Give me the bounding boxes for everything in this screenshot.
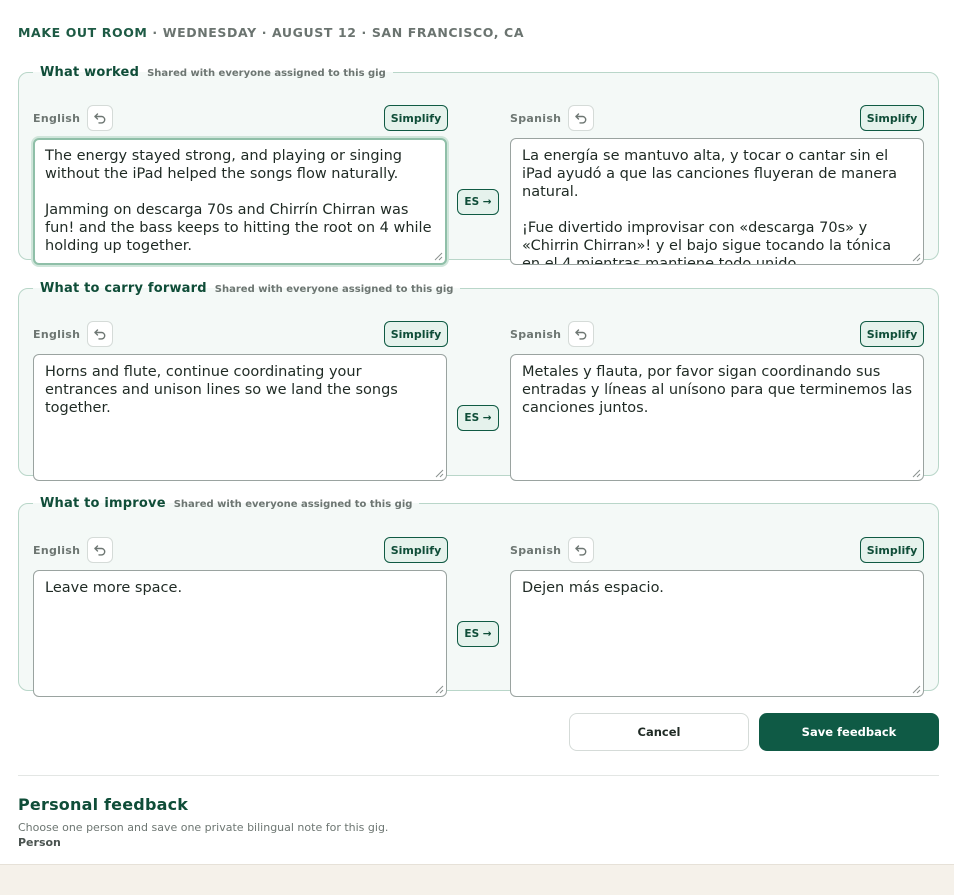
page-footer-band (0, 864, 954, 895)
person-label: Person (18, 836, 61, 849)
gig-location: SAN FRANCISCO, CA (371, 25, 525, 40)
save-feedback-button[interactable]: Save feedback (759, 713, 939, 751)
gig-date: AUGUST 12 (272, 25, 357, 40)
section-title: What worked (40, 65, 140, 80)
english-label: English (33, 544, 81, 557)
spanish-textarea[interactable]: La energía se mantuvo alta, y tocar o ca… (510, 138, 924, 265)
spanish-textarea[interactable]: Metales y flauta, por favor sigan coordi… (510, 354, 924, 481)
section-title: What to improve (40, 496, 166, 511)
undo-english-button[interactable] (87, 321, 113, 347)
simplify-english-button[interactable]: Simplify (384, 105, 448, 131)
resize-grip-icon[interactable] (434, 252, 443, 261)
undo-spanish-button[interactable] (568, 537, 594, 563)
undo-spanish-button[interactable] (568, 105, 594, 131)
personal-feedback-description: Choose one person and save one private b… (18, 821, 389, 834)
resize-grip-icon[interactable] (912, 469, 921, 478)
section-legend: What worked Shared with everyone assigned… (33, 62, 393, 83)
section-what-worked: What worked Shared with everyone assigned… (18, 62, 939, 265)
translate-to-spanish-button[interactable]: ES → (457, 405, 499, 431)
spanish-textarea[interactable]: Dejen más espacio. (510, 570, 924, 697)
section-legend: What to carry forward Shared with everyon… (33, 278, 460, 299)
header-separator: · (256, 25, 273, 40)
undo-icon (94, 329, 106, 340)
section-divider (18, 775, 939, 776)
header-separator: · (356, 25, 372, 40)
section-subtitle: Shared with everyone assigned to this gi… (214, 284, 454, 295)
section-subtitle: Shared with everyone assigned to this gi… (147, 68, 386, 79)
resize-grip-icon[interactable] (435, 685, 444, 694)
section-what-to-carry-forward: What to carry forward Shared with everyon… (18, 278, 939, 481)
resize-grip-icon[interactable] (912, 253, 921, 262)
english-label: English (33, 328, 81, 341)
undo-icon (94, 545, 106, 556)
simplify-spanish-button[interactable]: Simplify (860, 105, 924, 131)
english-textarea[interactable]: The energy stayed strong, and playing or… (33, 138, 447, 265)
gig-day: WEDNESDAY (162, 25, 257, 40)
section-what-to-improve: What to improve Shared with everyone assi… (18, 493, 939, 697)
undo-english-button[interactable] (87, 105, 113, 131)
undo-icon (94, 113, 106, 124)
venue-name: MAKE OUT ROOM (18, 25, 148, 40)
english-label: English (33, 112, 81, 125)
translate-to-spanish-button[interactable]: ES → (457, 189, 499, 215)
spanish-label: Spanish (510, 112, 562, 125)
spanish-label: Spanish (510, 544, 562, 557)
resize-grip-icon[interactable] (912, 685, 921, 694)
section-title: What to carry forward (40, 281, 207, 296)
undo-spanish-button[interactable] (568, 321, 594, 347)
spanish-label: Spanish (510, 328, 562, 341)
undo-icon (575, 545, 587, 556)
header-separator: · (147, 25, 163, 40)
undo-icon (575, 329, 587, 340)
simplify-spanish-button[interactable]: Simplify (860, 537, 924, 563)
simplify-english-button[interactable]: Simplify (384, 321, 448, 347)
section-subtitle: Shared with everyone assigned to this gi… (173, 499, 413, 510)
translate-to-spanish-button[interactable]: ES → (457, 621, 499, 647)
resize-grip-icon[interactable] (435, 469, 444, 478)
personal-feedback-title: Personal feedback (18, 795, 189, 814)
simplify-spanish-button[interactable]: Simplify (860, 321, 924, 347)
gig-header: MAKE OUT ROOM · WEDNESDAY · AUGUST 12 · … (18, 25, 524, 40)
cancel-button[interactable]: Cancel (569, 713, 749, 751)
english-textarea[interactable]: Leave more space. (33, 570, 447, 697)
undo-icon (575, 113, 587, 124)
english-textarea[interactable]: Horns and flute, continue coordinating y… (33, 354, 447, 481)
undo-english-button[interactable] (87, 537, 113, 563)
section-legend: What to improve Shared with everyone assi… (33, 493, 419, 514)
simplify-english-button[interactable]: Simplify (384, 537, 448, 563)
